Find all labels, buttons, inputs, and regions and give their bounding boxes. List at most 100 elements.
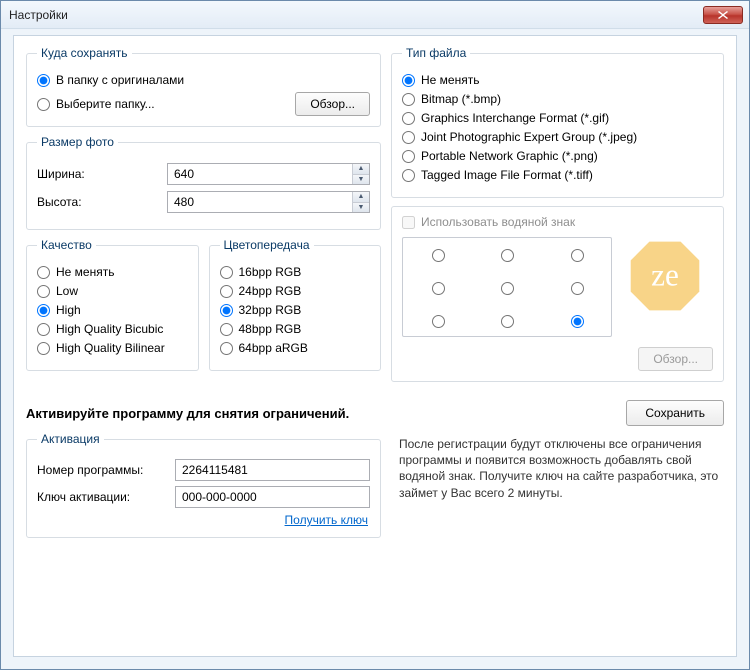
- color-radio-input[interactable]: [220, 323, 233, 336]
- filetype-radio-input[interactable]: [402, 169, 415, 182]
- close-button[interactable]: [703, 6, 743, 24]
- watermark-pos-radio[interactable]: [432, 315, 445, 328]
- group-quality-legend: Качество: [37, 238, 96, 252]
- filetype-radio-input[interactable]: [402, 150, 415, 163]
- logo-icon: ze: [626, 237, 704, 315]
- color-radio-label: 64bpp aRGB: [239, 341, 308, 355]
- group-filetype: Тип файла Не менятьBitmap (*.bmp)Graphic…: [391, 46, 724, 198]
- group-activation: Активация Номер программы: Ключ активаци…: [26, 432, 381, 538]
- filetype-radio-input[interactable]: [402, 112, 415, 125]
- quality-radio-input[interactable]: [37, 266, 50, 279]
- color-radio-label: 24bpp RGB: [239, 284, 302, 298]
- watermark-pos-radio[interactable]: [432, 282, 445, 295]
- filetype-option[interactable]: Не менять: [402, 73, 713, 87]
- watermark-checkbox: [402, 216, 415, 229]
- group-save-to: Куда сохранять В папку с оригиналами Выб…: [26, 46, 381, 127]
- watermark-pos-radio[interactable]: [501, 249, 514, 262]
- quality-option[interactable]: Не менять: [37, 265, 188, 279]
- watermark-pos-radio[interactable]: [501, 282, 514, 295]
- watermark-pos-radio[interactable]: [571, 249, 584, 262]
- quality-radio-label: Не менять: [56, 265, 114, 279]
- quality-option[interactable]: High Quality Bicubic: [37, 322, 188, 336]
- watermark-pos-cell[interactable]: [403, 271, 472, 304]
- color-option[interactable]: 48bpp RGB: [220, 322, 371, 336]
- quality-option[interactable]: High: [37, 303, 188, 317]
- watermark-pos-cell[interactable]: [403, 303, 472, 336]
- radio-save-choose-label: Выберите папку...: [56, 97, 155, 111]
- color-radio-label: 48bpp RGB: [239, 322, 302, 336]
- watermark-pos-radio[interactable]: [571, 282, 584, 295]
- watermark-pos-radio[interactable]: [571, 315, 584, 328]
- watermark-pos-cell[interactable]: [542, 303, 611, 336]
- quality-radio-input[interactable]: [37, 342, 50, 355]
- color-radio-input[interactable]: [220, 342, 233, 355]
- watermark-browse-button: Обзор...: [638, 347, 713, 371]
- color-radio-input[interactable]: [220, 285, 233, 298]
- group-size: Размер фото Ширина: ▲ ▼ Высота:: [26, 135, 381, 230]
- height-input[interactable]: [168, 192, 352, 212]
- height-spin-down[interactable]: ▼: [353, 203, 369, 213]
- quality-option[interactable]: High Quality Bilinear: [37, 341, 188, 355]
- group-color-legend: Цветопередача: [220, 238, 314, 252]
- program-number-label: Номер программы:: [37, 463, 167, 477]
- group-size-legend: Размер фото: [37, 135, 118, 149]
- width-spin-up[interactable]: ▲: [353, 164, 369, 175]
- watermark-position-grid: [402, 237, 612, 337]
- quality-option[interactable]: Low: [37, 284, 188, 298]
- filetype-option[interactable]: Joint Photographic Expert Group (*.jpeg): [402, 130, 713, 144]
- color-radio-input[interactable]: [220, 304, 233, 317]
- filetype-radio-input[interactable]: [402, 74, 415, 87]
- close-icon: [718, 11, 728, 19]
- quality-radio-input[interactable]: [37, 285, 50, 298]
- filetype-radio-input[interactable]: [402, 131, 415, 144]
- program-number-input[interactable]: [175, 459, 370, 481]
- quality-radio-input[interactable]: [37, 304, 50, 317]
- quality-radio-label: Low: [56, 284, 78, 298]
- radio-save-choose[interactable]: Выберите папку...: [37, 97, 155, 111]
- app-logo: ze: [626, 237, 704, 315]
- height-spinner[interactable]: ▲ ▼: [167, 191, 370, 213]
- width-label: Ширина:: [37, 167, 167, 181]
- filetype-radio-input[interactable]: [402, 93, 415, 106]
- color-option[interactable]: 32bpp RGB: [220, 303, 371, 317]
- get-key-link[interactable]: Получить ключ: [285, 513, 368, 527]
- filetype-radio-label: Joint Photographic Expert Group (*.jpeg): [421, 130, 637, 144]
- watermark-pos-cell[interactable]: [403, 238, 472, 271]
- filetype-radio-label: Graphics Interchange Format (*.gif): [421, 111, 609, 125]
- watermark-pos-radio[interactable]: [501, 315, 514, 328]
- quality-radio-input[interactable]: [37, 323, 50, 336]
- quality-radio-label: High Quality Bilinear: [56, 341, 165, 355]
- color-option[interactable]: 64bpp aRGB: [220, 341, 371, 355]
- watermark-pos-cell[interactable]: [472, 238, 541, 271]
- filetype-option[interactable]: Portable Network Graphic (*.png): [402, 149, 713, 163]
- width-spin-down[interactable]: ▼: [353, 175, 369, 185]
- save-button[interactable]: Сохранить: [626, 400, 724, 426]
- watermark-pos-cell[interactable]: [472, 271, 541, 304]
- watermark-pos-cell[interactable]: [542, 271, 611, 304]
- radio-save-originals[interactable]: В папку с оригиналами: [37, 73, 370, 87]
- filetype-radio-label: Bitmap (*.bmp): [421, 92, 501, 106]
- filetype-option[interactable]: Bitmap (*.bmp): [402, 92, 713, 106]
- group-watermark: Использовать водяной знак ze Обзор...: [391, 206, 724, 382]
- filetype-radio-label: Tagged Image File Format (*.tiff): [421, 168, 593, 182]
- radio-save-originals-input[interactable]: [37, 74, 50, 87]
- activation-note: После регистрации будут отключены все ог…: [399, 432, 724, 546]
- color-radio-input[interactable]: [220, 266, 233, 279]
- color-option[interactable]: 24bpp RGB: [220, 284, 371, 298]
- watermark-checkbox-label: Использовать водяной знак: [421, 215, 575, 229]
- width-input[interactable]: [168, 164, 352, 184]
- height-spin-up[interactable]: ▲: [353, 192, 369, 203]
- filetype-option[interactable]: Graphics Interchange Format (*.gif): [402, 111, 713, 125]
- browse-folder-button[interactable]: Обзор...: [295, 92, 370, 116]
- filetype-option[interactable]: Tagged Image File Format (*.tiff): [402, 168, 713, 182]
- quality-radio-label: High Quality Bicubic: [56, 322, 163, 336]
- radio-save-choose-input[interactable]: [37, 98, 50, 111]
- width-spinner[interactable]: ▲ ▼: [167, 163, 370, 185]
- settings-window: Настройки Куда сохранять В папку с ориги…: [0, 0, 750, 670]
- color-option[interactable]: 16bpp RGB: [220, 265, 371, 279]
- watermark-pos-radio[interactable]: [432, 249, 445, 262]
- activation-key-input[interactable]: [175, 486, 370, 508]
- watermark-pos-cell[interactable]: [472, 303, 541, 336]
- watermark-pos-cell[interactable]: [542, 238, 611, 271]
- radio-save-originals-label: В папку с оригиналами: [56, 73, 184, 87]
